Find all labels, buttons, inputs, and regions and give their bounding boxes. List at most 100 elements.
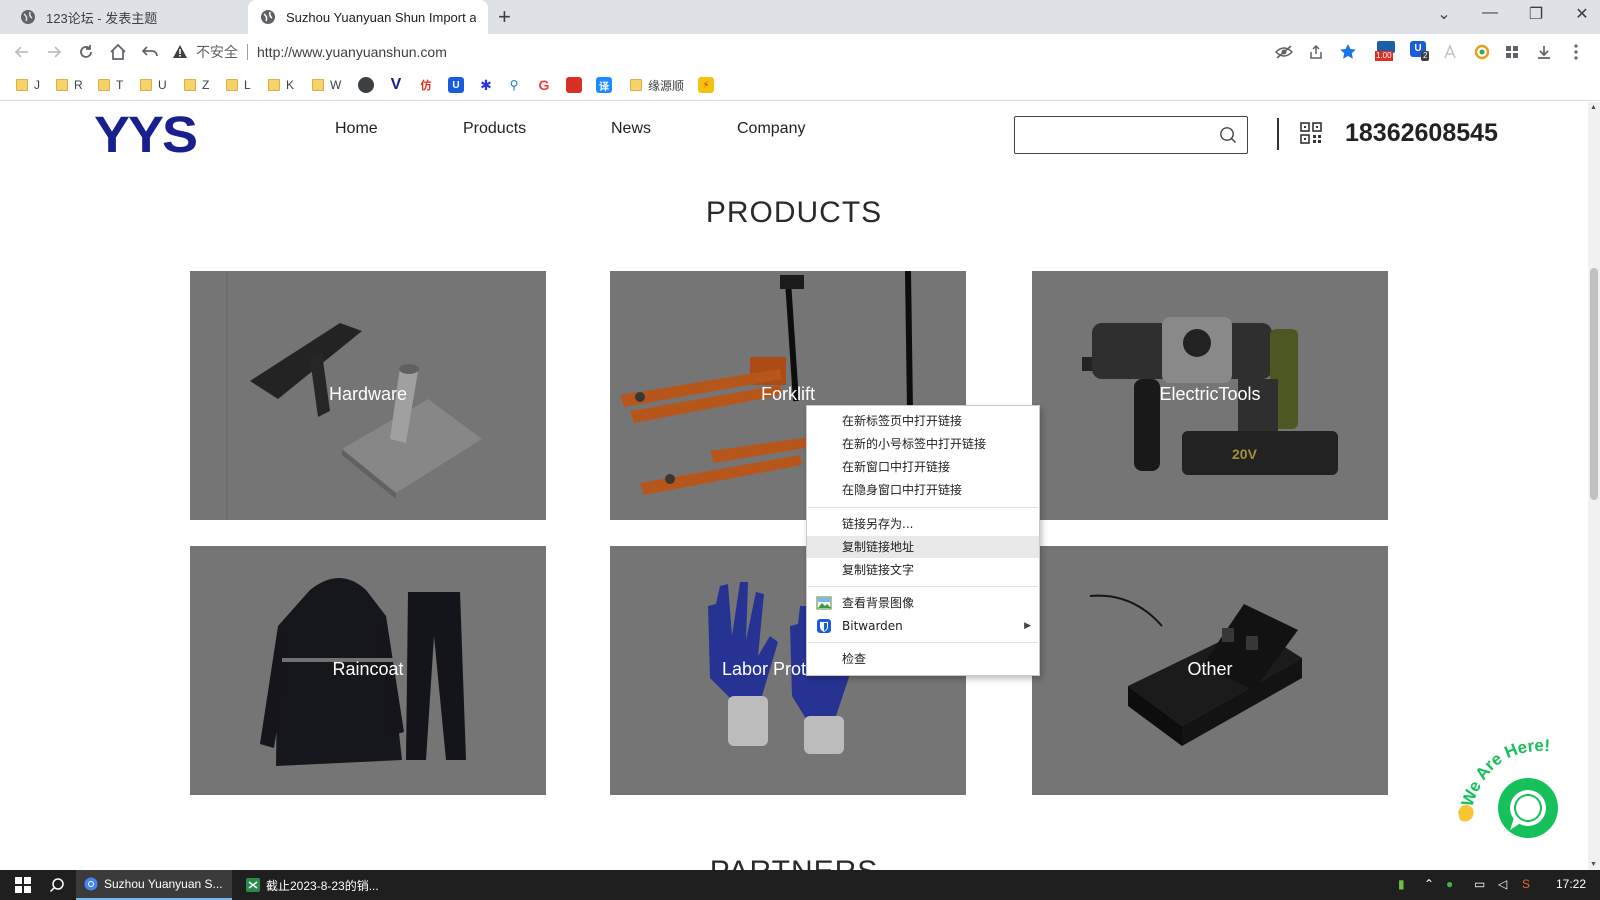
extension-badge-count: 2 — [1421, 51, 1430, 61]
bookmark-label: R — [74, 78, 83, 92]
menu-kebab-icon[interactable] — [1566, 42, 1586, 62]
windows-logo-icon — [15, 877, 31, 893]
url-text[interactable]: http://www.yuanyuanshun.com — [257, 44, 447, 60]
bookmark-fang[interactable]: 仿 — [418, 76, 434, 94]
bookmark-label: 缘源顺 — [648, 78, 685, 93]
menu-view-background-image[interactable]: 查看背景图像 — [807, 592, 1039, 614]
product-card-electrictools[interactable]: 20V ElectricTools — [1032, 271, 1388, 520]
product-label[interactable]: Hardware — [190, 384, 546, 405]
tab-123-forum[interactable]: 123论坛 - 发表主题 — [8, 0, 246, 34]
menu-open-in-incognito[interactable]: 在隐身窗口中打开链接 — [807, 479, 1039, 501]
menu-copy-link-text[interactable]: 复制链接文字 — [807, 559, 1039, 581]
scroll-down-arrow-icon[interactable]: ▼ — [1590, 861, 1597, 868]
site-logo[interactable]: YYS — [94, 106, 198, 165]
nav-home[interactable]: Home — [335, 120, 378, 138]
start-button[interactable] — [8, 870, 38, 900]
reload-button[interactable] — [74, 40, 98, 64]
address-bar[interactable]: 不安全 http://www.yuanyuanshun.com — [172, 37, 1352, 67]
menu-copy-link-address[interactable]: 复制链接地址 — [807, 536, 1039, 558]
menu-open-in-new-tab[interactable]: 在新标签页中打开链接 — [807, 410, 1039, 432]
share-icon[interactable] — [1306, 42, 1326, 62]
network-tray-icon[interactable]: ▭ — [1474, 877, 1485, 891]
taskbar-app-browser[interactable]: Suzhou Yuanyuan S... — [76, 870, 232, 900]
close-window-button[interactable]: ✕ — [1562, 4, 1600, 24]
nav-company[interactable]: Company — [737, 120, 805, 138]
bookmark-baidu[interactable]: ✱ — [478, 76, 494, 94]
bookmark-translate[interactable]: 译 — [596, 76, 612, 94]
extension-price-icon[interactable]: 1.00 — [1374, 41, 1400, 62]
volume-tray-icon[interactable]: ◁ — [1498, 877, 1507, 891]
qr-code-icon[interactable] — [1300, 122, 1322, 144]
bookmark-google[interactable]: G — [536, 76, 552, 94]
extension-a-icon[interactable] — [1440, 42, 1460, 62]
ime-tray-icon[interactable]: S — [1522, 877, 1530, 891]
bookmark-folder-l[interactable]: L — [226, 76, 251, 94]
menu-open-in-secondary-tab[interactable]: 在新的小号标签中打开链接 — [807, 433, 1039, 455]
product-card-raincoat[interactable]: Raincoat — [190, 546, 546, 795]
wechat-tray-icon[interactable]: ● — [1446, 877, 1453, 891]
browser-app-icon — [84, 877, 98, 891]
bookmark-v[interactable]: V — [388, 76, 404, 94]
home-button[interactable] — [106, 40, 130, 64]
bookmark-folder-k[interactable]: K — [268, 76, 294, 94]
taskbar-app-spreadsheet[interactable]: 截止2023-8-23的销... — [238, 870, 394, 900]
bookmark-globe[interactable] — [358, 76, 374, 94]
tab-yuanyuanshun[interactable]: Suzhou Yuanyuan Shun Import and Export — [248, 0, 488, 34]
bookmark-folder-j[interactable]: J — [16, 76, 40, 94]
clock[interactable]: 17:22 — [1556, 877, 1586, 891]
product-label[interactable]: Raincoat — [190, 659, 546, 680]
taskbar-search-button[interactable] — [42, 870, 72, 900]
bookmark-folder-yuanyuanshun[interactable]: 缘源顺 — [630, 76, 684, 94]
menu-save-link-as[interactable]: 链接另存为... — [807, 513, 1039, 535]
tab-search-button[interactable]: ⌄ — [1424, 4, 1464, 24]
extensions-puzzle-icon[interactable] — [1502, 42, 1522, 62]
chat-widget[interactable]: We Are Here! — [1452, 730, 1588, 850]
phone-number[interactable]: 18362608545 — [1345, 119, 1498, 148]
address-separator — [247, 44, 248, 60]
search-icon[interactable] — [1219, 126, 1237, 144]
product-card-other[interactable]: Other — [1032, 546, 1388, 795]
bookmark-red[interactable] — [566, 76, 582, 94]
bookmark-folder-u[interactable]: U — [140, 76, 167, 94]
undo-close-tab-button[interactable] — [138, 40, 162, 64]
context-menu: 在新标签页中打开链接 在新的小号标签中打开链接 在新窗口中打开链接 在隐身窗口中… — [806, 405, 1040, 676]
nav-products[interactable]: Products — [463, 120, 526, 138]
taskbar-app-label: 截止2023-8-23的销... — [266, 878, 379, 893]
battery-tray-icon[interactable]: ▮ — [1398, 877, 1405, 891]
product-card-hardware[interactable]: Hardware — [190, 271, 546, 520]
bookmark-folder-r[interactable]: R — [56, 76, 83, 94]
menu-open-in-new-window[interactable]: 在新窗口中打开链接 — [807, 456, 1039, 478]
search-icon — [49, 878, 64, 893]
hide-eye-icon[interactable] — [1274, 42, 1294, 62]
product-label[interactable]: Other — [1032, 659, 1388, 680]
page-scrollbar[interactable]: ▲ ▼ — [1588, 102, 1600, 870]
extension-badge-value: 1.00 — [1375, 51, 1393, 61]
restore-button[interactable]: ❐ — [1516, 4, 1556, 24]
bookmark-search[interactable]: ⚲ — [506, 76, 522, 94]
folder-icon — [268, 79, 280, 91]
back-button[interactable] — [10, 40, 34, 64]
security-label[interactable]: 不安全 — [196, 42, 238, 62]
bitwarden-extension-icon[interactable]: U 2 — [1410, 41, 1430, 62]
yellow-icon: ⚡ — [698, 77, 714, 93]
bookmark-folder-z[interactable]: Z — [184, 76, 209, 94]
bookmark-yellow[interactable]: ⚡ — [698, 76, 714, 94]
site-search-input[interactable] — [1014, 116, 1248, 154]
scroll-up-arrow-icon[interactable]: ▲ — [1590, 104, 1597, 111]
bookmark-bitwarden[interactable]: U — [448, 76, 464, 94]
new-tab-button[interactable]: + — [498, 4, 511, 30]
product-label[interactable]: ElectricTools — [1032, 384, 1388, 405]
menu-bitwarden[interactable]: Bitwarden ▶ — [807, 615, 1039, 637]
bookmark-folder-w[interactable]: W — [312, 76, 341, 94]
tray-chevron-up-icon[interactable]: ⌃ — [1424, 877, 1434, 891]
product-label[interactable]: Forklift — [610, 384, 966, 405]
scrollbar-thumb[interactable] — [1590, 268, 1598, 500]
nav-news[interactable]: News — [611, 120, 651, 138]
bookmark-folder-t[interactable]: T — [98, 76, 123, 94]
extension-ring-icon[interactable] — [1472, 42, 1492, 62]
bookmark-star-icon[interactable] — [1338, 42, 1358, 62]
forward-button[interactable] — [42, 40, 66, 64]
menu-inspect[interactable]: 检查 — [807, 648, 1039, 670]
download-icon[interactable] — [1534, 42, 1554, 62]
minimize-button[interactable]: — — [1470, 4, 1510, 22]
